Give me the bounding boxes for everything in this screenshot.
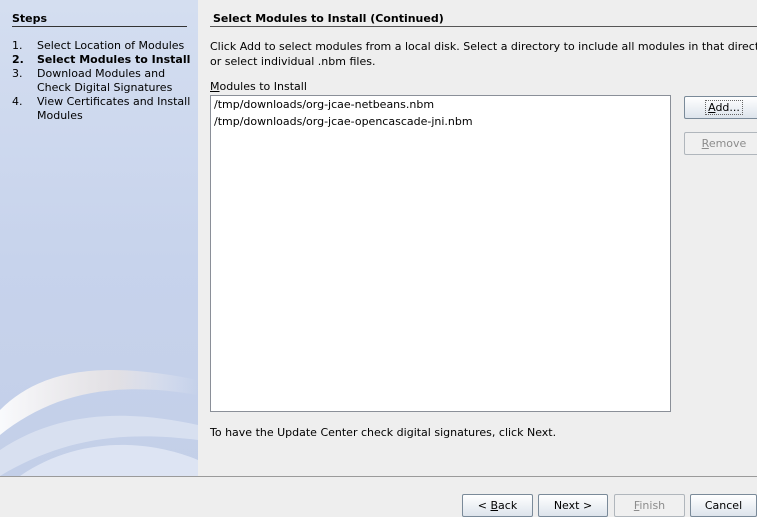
module-list-item[interactable]: /tmp/downloads/org-jcae-opencascade-jni.… <box>211 114 670 130</box>
step-label: Download Modules and Check Digital Signat… <box>37 67 192 95</box>
footer-separator <box>0 476 757 477</box>
label-text: odules to Install <box>219 80 307 93</box>
next-button[interactable]: Next > <box>538 494 608 517</box>
page-title: Select Modules to Install (Continued) <box>210 12 757 27</box>
step-number: 4. <box>12 95 23 108</box>
module-list-item[interactable]: /tmp/downloads/org-jcae-netbeans.nbm <box>211 97 670 113</box>
add-button-label: Add... <box>705 100 743 115</box>
step-number: 2. <box>12 53 24 66</box>
label-text: ack <box>498 499 518 512</box>
step-number: 1. <box>12 39 23 52</box>
cancel-button[interactable]: Cancel <box>690 494 757 517</box>
step-label: Select Modules to Install <box>37 53 191 66</box>
signature-hint: To have the Update Center check digital … <box>210 426 557 439</box>
mnemonic: M <box>210 80 220 93</box>
label-text: < <box>477 499 491 512</box>
label-text: dd... <box>715 101 740 114</box>
step-label-line: Check Digital Signatures <box>37 81 173 94</box>
next-button-label: Next > <box>553 499 593 512</box>
finish-button-label: Finish <box>634 499 665 512</box>
step-label-line: Download Modules and <box>37 67 166 80</box>
label-text: emove <box>708 137 747 150</box>
modules-list[interactable]: /tmp/downloads/org-jcae-netbeans.nbm /tm… <box>210 95 671 412</box>
mnemonic: B <box>490 499 499 512</box>
decorative-swoosh <box>0 370 198 476</box>
remove-button[interactable]: Remove <box>684 132 757 155</box>
step-label: View Certificates and Install Modules <box>37 95 192 123</box>
remove-button-label: Remove <box>702 137 747 150</box>
description-line: or select individual .nbm files. <box>210 55 376 68</box>
page-description: Click Add to select modules from a local… <box>210 39 757 69</box>
step-label: Select Location of Modules <box>37 39 185 52</box>
steps-heading: Steps <box>12 12 187 27</box>
step-label-line: View Certificates and Install <box>37 95 191 108</box>
label-text: inish <box>639 499 666 512</box>
steps-panel: Steps 1. Select Location of Modules 2. S… <box>0 0 198 476</box>
back-button-label: < Back <box>478 499 517 512</box>
back-button[interactable]: < Back <box>462 494 533 517</box>
description-line: Click Add to select modules from a local… <box>210 40 757 53</box>
step-number: 3. <box>12 67 23 80</box>
step-label-line: Modules <box>37 109 83 122</box>
modules-list-label: Modules to Install <box>210 80 307 93</box>
finish-button[interactable]: Finish <box>614 494 685 517</box>
cancel-button-label: Cancel <box>704 499 743 512</box>
mnemonic: R <box>701 137 709 150</box>
add-button[interactable]: Add... <box>684 96 757 119</box>
